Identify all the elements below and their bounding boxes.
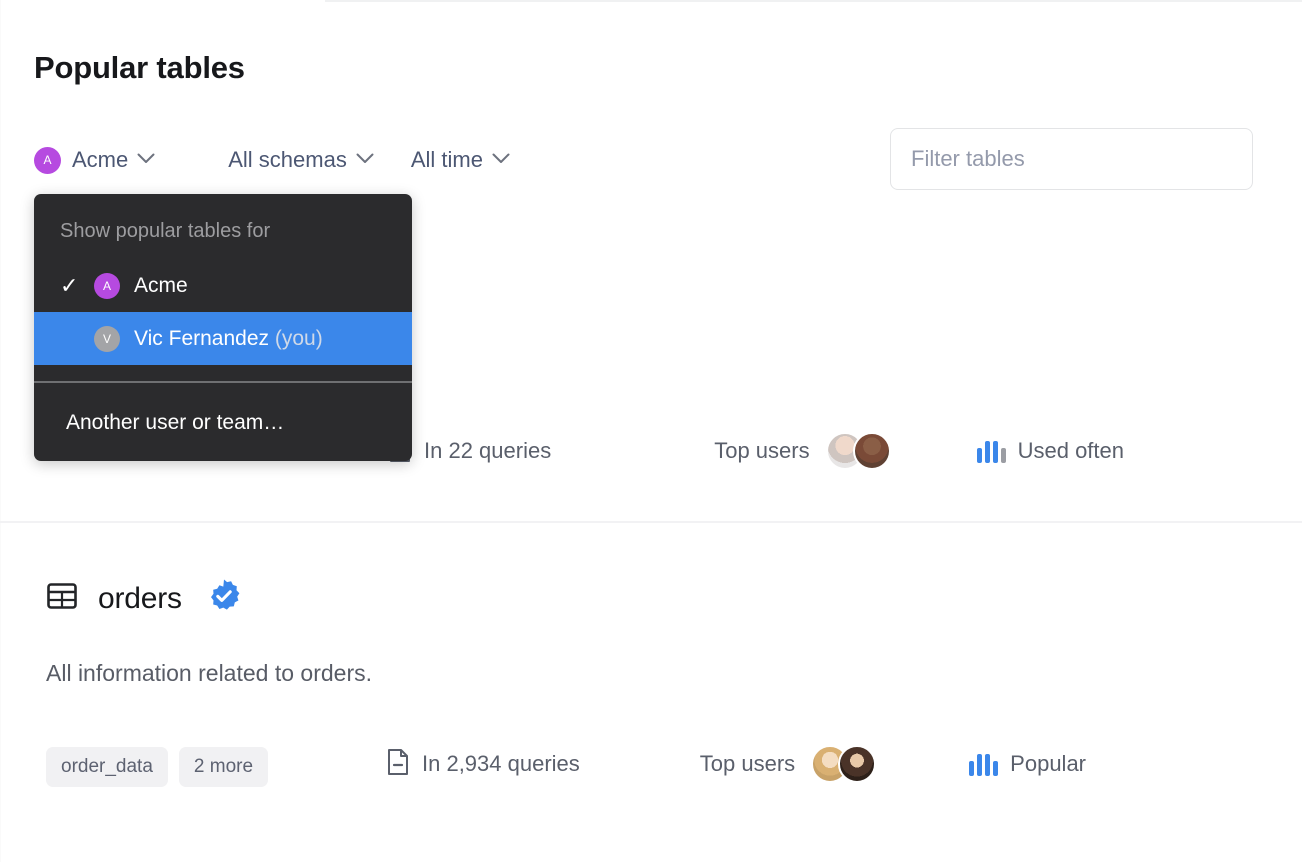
table-name: orders (98, 581, 182, 615)
table-title-orders[interactable]: orders (46, 578, 242, 619)
top-users-avatars[interactable] (811, 745, 877, 783)
entity-avatar: A (34, 146, 61, 174)
filter-bar: A Acme All schemas All time (34, 140, 510, 180)
top-users-label: Top users (714, 438, 810, 463)
row-divider (0, 521, 1302, 523)
usage-label: Used often (1017, 438, 1124, 463)
entity-picker[interactable]: A Acme (34, 146, 155, 174)
top-users: Top users (714, 432, 891, 470)
time-picker[interactable]: All time (411, 147, 510, 173)
table-chips: order_data 2 more (46, 747, 269, 787)
avatar (852, 432, 891, 470)
query-count: In 2,934 queries (386, 748, 580, 781)
bar-chart-icon (976, 439, 1006, 463)
table-row: In 2,934 queries Top users Popular (386, 745, 1086, 783)
top-divider (325, 0, 1302, 2)
chevron-down-icon (356, 151, 374, 169)
query-count-label: In 22 queries (424, 438, 552, 463)
verified-badge-icon (206, 578, 242, 619)
table-icon (46, 580, 78, 617)
time-picker-label: All time (410, 147, 483, 172)
table-description: All information related to orders. (46, 660, 372, 686)
table-row: In 22 queries Top users Used often (388, 432, 1124, 470)
dropdown-item-label: Vic Fernandez (you) (134, 327, 323, 351)
chevron-down-icon (492, 151, 510, 169)
entity-dropdown-menu: Show popular tables for ✓ A Acme V Vic F… (34, 194, 412, 461)
dropdown-item-acme[interactable]: ✓ A Acme (34, 259, 412, 312)
schema-picker-label: All schemas (228, 147, 347, 172)
dropdown-heading: Show popular tables for (60, 220, 271, 242)
dropdown-item-label: Acme (134, 273, 188, 297)
bar-chart-icon (969, 752, 999, 776)
query-count-label: In 2,934 queries (422, 751, 580, 776)
usage-label: Popular (1010, 751, 1087, 776)
popular-tables-page: Popular tables A Acme All schemas All ti… (0, 0, 1302, 862)
entity-picker-label: Acme (72, 147, 129, 172)
chevron-down-icon (137, 151, 155, 169)
filter-tables-input[interactable] (890, 128, 1253, 190)
usage-indicator: Used often (976, 438, 1124, 464)
chip-schema[interactable]: order_data (46, 747, 168, 787)
usage-indicator: Popular (969, 751, 1086, 777)
top-users: Top users (699, 745, 877, 783)
page-title: Popular tables (34, 50, 245, 85)
schema-picker[interactable]: All schemas (228, 147, 374, 173)
query-count: In 22 queries (388, 435, 551, 468)
top-users-avatars[interactable] (825, 432, 891, 470)
left-divider (0, 0, 1, 862)
dropdown-item-you-suffix: (you) (269, 326, 323, 350)
dropdown-item-vic-fernandez[interactable]: V Vic Fernandez (you) (34, 312, 412, 365)
top-users-label: Top users (699, 751, 796, 776)
dropdown-another-user-option[interactable]: Another user or team… (34, 383, 412, 449)
dropdown-item-avatar: A (94, 272, 120, 299)
dropdown-item-avatar: V (94, 325, 120, 352)
dropdown-item-name: Vic Fernandez (134, 326, 270, 350)
avatar (838, 745, 877, 783)
document-icon (386, 748, 410, 781)
chip-more[interactable]: 2 more (178, 747, 269, 787)
check-icon: ✓ (60, 272, 79, 298)
